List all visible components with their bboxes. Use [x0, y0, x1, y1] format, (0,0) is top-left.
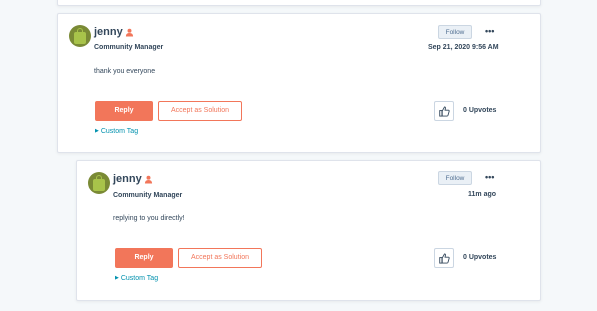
- upvote-button[interactable]: [434, 248, 454, 268]
- reply-post-card: jenny Community Manager Follow ••• 11m a…: [76, 160, 541, 301]
- post-body: thank you everyone: [94, 68, 156, 75]
- accept-as-solution-button[interactable]: Accept as Solution: [178, 248, 262, 268]
- previous-post-card: [57, 0, 541, 6]
- user-avatar[interactable]: [69, 25, 91, 47]
- accept-as-solution-button[interactable]: Accept as Solution: [158, 101, 242, 121]
- more-options-button[interactable]: •••: [485, 26, 494, 36]
- more-options-button[interactable]: •••: [485, 172, 494, 182]
- custom-tag-link[interactable]: ▶ Custom Tag: [115, 275, 158, 282]
- user-role: Community Manager: [94, 44, 164, 51]
- rank-badge-icon: [125, 28, 134, 37]
- thumbs-up-icon: [439, 253, 450, 264]
- upvote-count: 0 Upvotes: [463, 107, 497, 114]
- caret-right-icon: ▶: [95, 128, 99, 134]
- follow-button[interactable]: Follow: [438, 171, 472, 185]
- user-role: Community Manager: [113, 192, 183, 199]
- reply-button[interactable]: Reply: [115, 248, 173, 268]
- follow-button[interactable]: Follow: [438, 25, 472, 39]
- upvote-count: 0 Upvotes: [463, 254, 497, 261]
- post-timestamp: 11m ago: [468, 191, 497, 198]
- user-avatar[interactable]: [88, 172, 110, 194]
- reply-post-card: jenny Community Manager Follow ••• Sep 2…: [57, 13, 541, 153]
- reply-button[interactable]: Reply: [95, 101, 153, 121]
- post-body: replying to you directly!: [113, 215, 185, 222]
- post-timestamp: Sep 21, 2020 9:56 AM: [428, 44, 499, 51]
- upvote-button[interactable]: [434, 101, 454, 121]
- thumbs-up-icon: [439, 106, 450, 117]
- username-link[interactable]: jenny: [113, 173, 142, 185]
- rank-badge-icon: [144, 175, 153, 184]
- username-link[interactable]: jenny: [94, 26, 123, 38]
- caret-right-icon: ▶: [115, 275, 119, 281]
- custom-tag-link[interactable]: ▶ Custom Tag: [95, 128, 138, 135]
